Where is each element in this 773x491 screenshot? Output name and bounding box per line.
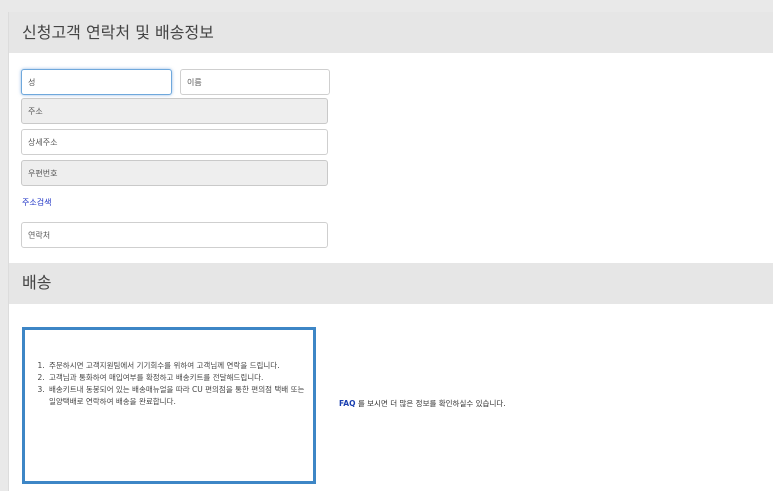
order-form-panel: 신청고객 연락처 및 배송정보 주소검색 배송 주문하시면 고객지원팀에서 기기… [8, 12, 773, 491]
address-input [21, 98, 328, 124]
first-name-input[interactable] [180, 69, 330, 95]
last-name-input[interactable] [21, 69, 172, 95]
shipping-section-title: 배송 [9, 263, 773, 304]
shipping-step: 배송키트내 동봉되어 있는 배송매뉴얼을 따라 CU 편의점을 통한 편의점 택… [47, 384, 305, 408]
faq-note: FAQ 를 보시면 더 많은 정보를 확인하실수 있습니다. [339, 398, 506, 409]
shipping-step: 고객님과 통화하여 매입여부를 확정하고 배송키트를 전달해드립니다. [47, 372, 305, 384]
phone-input[interactable] [21, 222, 328, 248]
zipcode-input [21, 160, 328, 186]
contact-section-title: 신청고객 연락처 및 배송정보 [9, 12, 773, 53]
address-search-link[interactable]: 주소검색 [22, 197, 51, 208]
shipping-instructions-box: 주문하시면 고객지원팀에서 기기회수를 위하여 고객님께 연락을 드립니다. 고… [22, 327, 316, 484]
shipping-steps-list: 주문하시면 고객지원팀에서 기기회수를 위하여 고객님께 연락을 드립니다. 고… [35, 360, 305, 408]
faq-link[interactable]: FAQ [339, 399, 355, 408]
shipping-step: 주문하시면 고객지원팀에서 기기회수를 위하여 고객님께 연락을 드립니다. [47, 360, 305, 372]
address-detail-input[interactable] [21, 129, 328, 155]
faq-text: 를 보시면 더 많은 정보를 확인하실수 있습니다. [355, 399, 506, 408]
